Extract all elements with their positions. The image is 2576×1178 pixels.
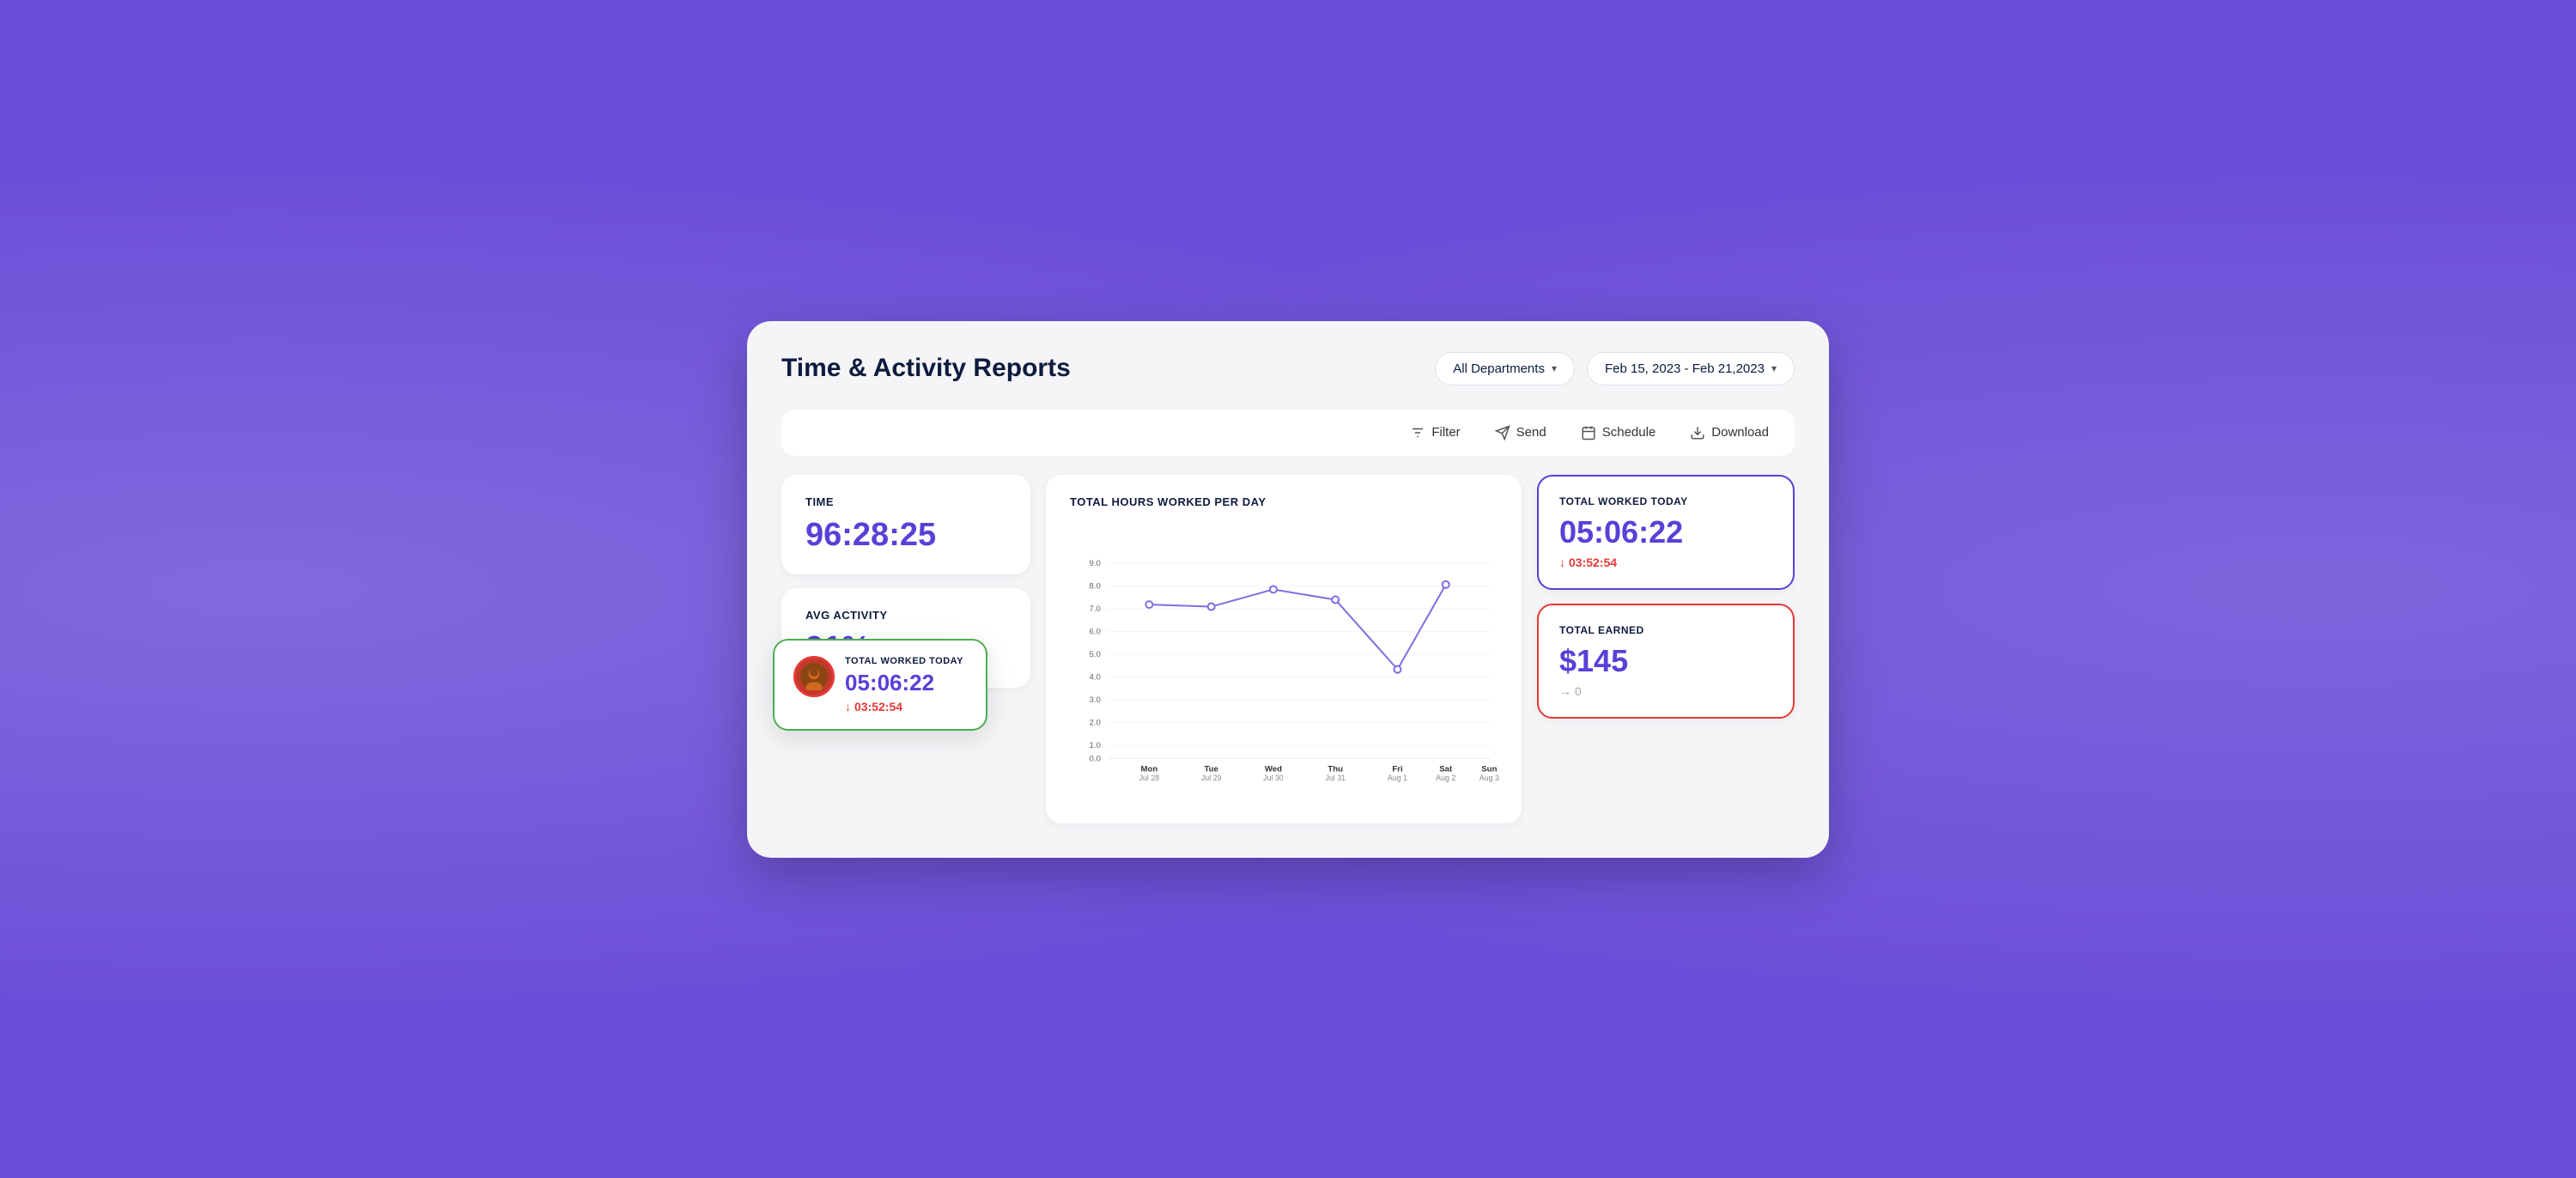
time-value: 96:28:25 [805, 517, 1006, 554]
data-point [1145, 601, 1152, 608]
svg-text:Aug 3: Aug 3 [1479, 773, 1499, 781]
line-chart: 9.0 8.0 7.0 6.0 5.0 4.0 3.0 2.0 1.0 0.0 [1070, 524, 1498, 798]
chart-title: TOTAL HOURS WORKED PER DAY [1070, 495, 1498, 508]
svg-text:1.0: 1.0 [1089, 741, 1100, 750]
svg-text:Jul 30: Jul 30 [1263, 773, 1284, 781]
svg-text:Aug 1: Aug 1 [1388, 773, 1407, 781]
time-card: TIME 96:28:25 [781, 475, 1030, 574]
download-button[interactable]: Download [1685, 422, 1774, 444]
date-range-dropdown[interactable]: Feb 15, 2023 - Feb 21,2023 ▾ [1587, 352, 1795, 386]
arrow-down-icon: ↓ [845, 700, 851, 713]
floating-card-delta: ↓ 03:52:54 [845, 700, 963, 713]
toolbar: Filter Send Schedule Download [781, 410, 1795, 456]
svg-text:Wed: Wed [1265, 764, 1282, 774]
content-grid: TIME 96:28:25 AVG ACTIVITY 91% [781, 475, 1795, 823]
svg-text:Mon: Mon [1140, 764, 1157, 774]
department-dropdown[interactable]: All Departments ▾ [1435, 352, 1575, 386]
svg-text:Jul 31: Jul 31 [1325, 773, 1346, 781]
header-controls: All Departments ▾ Feb 15, 2023 - Feb 21,… [1435, 352, 1795, 386]
svg-text:Aug 2: Aug 2 [1436, 773, 1455, 781]
chart-container: 9.0 8.0 7.0 6.0 5.0 4.0 3.0 2.0 1.0 0.0 [1070, 524, 1498, 803]
filter-button[interactable]: Filter [1405, 422, 1465, 444]
svg-text:Sun: Sun [1481, 764, 1497, 774]
svg-text:2.0: 2.0 [1089, 718, 1100, 727]
svg-text:3.0: 3.0 [1089, 695, 1100, 705]
svg-text:4.0: 4.0 [1089, 672, 1100, 682]
chevron-down-icon: ▾ [1552, 362, 1557, 374]
total-worked-today-card: TOTAL WORKED TODAY 05:06:22 ↓ 03:52:54 [1537, 475, 1795, 590]
avatar-image [800, 663, 828, 690]
total-earned-label: TOTAL EARNED [1559, 624, 1772, 636]
total-worked-delta: ↓ 03:52:54 [1559, 556, 1772, 569]
right-stats: TOTAL WORKED TODAY 05:06:22 ↓ 03:52:54 T… [1537, 475, 1795, 719]
svg-text:5.0: 5.0 [1089, 650, 1100, 659]
total-earned-card: TOTAL EARNED $145 → 0 [1537, 604, 1795, 719]
filter-icon [1410, 425, 1425, 440]
header: Time & Activity Reports All Departments … [781, 352, 1795, 386]
svg-text:6.0: 6.0 [1089, 627, 1100, 636]
arrow-right-icon: → [1559, 684, 1571, 698]
svg-text:0.0: 0.0 [1089, 754, 1100, 763]
avatar [793, 656, 835, 697]
svg-text:Jul 29: Jul 29 [1201, 773, 1222, 781]
chevron-down-icon: ▾ [1771, 362, 1777, 374]
time-label: TIME [805, 495, 1006, 508]
data-point [1208, 603, 1215, 610]
data-point [1394, 665, 1401, 672]
download-icon [1690, 425, 1705, 440]
svg-text:Tue: Tue [1204, 764, 1218, 774]
total-worked-value: 05:06:22 [1559, 514, 1772, 550]
total-earned-delta: → 0 [1559, 684, 1772, 698]
floating-card-label: TOTAL WORKED TODAY [845, 656, 963, 666]
schedule-icon [1581, 425, 1596, 440]
svg-text:Jul 28: Jul 28 [1139, 773, 1160, 781]
floating-worked-today-card: TOTAL WORKED TODAY 05:06:22 ↓ 03:52:54 [773, 639, 987, 731]
svg-text:Sat: Sat [1439, 764, 1453, 774]
schedule-button[interactable]: Schedule [1576, 422, 1662, 444]
total-worked-label: TOTAL WORKED TODAY [1559, 495, 1772, 507]
arrow-down-icon: ↓ [1559, 556, 1565, 569]
send-button[interactable]: Send [1490, 422, 1552, 444]
send-icon [1495, 425, 1510, 440]
svg-text:7.0: 7.0 [1089, 604, 1100, 614]
svg-text:8.0: 8.0 [1089, 581, 1100, 591]
avg-activity-label: AVG ACTIVITY [805, 609, 1006, 622]
page-title: Time & Activity Reports [781, 354, 1071, 383]
total-earned-value: $145 [1559, 643, 1772, 679]
floating-card-value: 05:06:22 [845, 670, 963, 696]
svg-text:Thu: Thu [1327, 764, 1343, 774]
data-point [1443, 580, 1449, 587]
svg-text:9.0: 9.0 [1089, 559, 1100, 568]
left-stats: TIME 96:28:25 AVG ACTIVITY 91% [781, 475, 1030, 688]
main-card: Time & Activity Reports All Departments … [747, 321, 1829, 858]
svg-text:Fri: Fri [1392, 764, 1402, 774]
chart-card: TOTAL HOURS WORKED PER DAY 9.0 8.0 7.0 6… [1046, 475, 1522, 823]
data-point [1270, 586, 1277, 592]
data-point [1332, 596, 1339, 603]
chart-line [1149, 584, 1445, 669]
